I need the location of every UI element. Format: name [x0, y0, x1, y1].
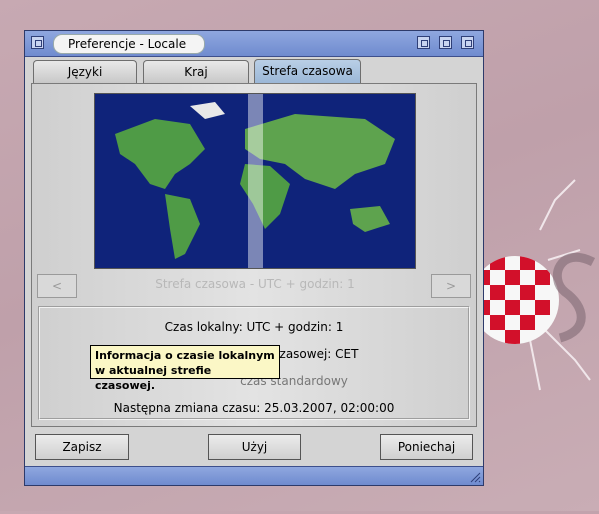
tooltip-line-1: Informacja o czasie lokalnym [95, 349, 275, 362]
tooltip: Informacja o czasie lokalnym w aktualnej… [90, 345, 280, 392]
save-button[interactable]: Zapisz [35, 434, 129, 460]
next-change-text: Następna zmiana czasu: 25.03.2007, 02:00… [113, 401, 395, 415]
window-title: Preferencje - Locale [53, 34, 205, 54]
window-bottom-bar [25, 466, 483, 485]
title-bar[interactable]: Preferencje - Locale [25, 31, 483, 57]
tab-timezone[interactable]: Strefa czasowa [254, 59, 361, 84]
prev-timezone-button[interactable]: < [37, 274, 77, 298]
iconify-icon[interactable] [417, 36, 430, 49]
world-map[interactable] [94, 93, 416, 269]
tooltip-line-2: w aktualnej strefie czasowej. [95, 364, 212, 392]
tab-languages[interactable]: Języki [33, 60, 137, 83]
use-button[interactable]: Użyj [208, 434, 301, 460]
close-icon[interactable] [31, 36, 44, 49]
next-timezone-button[interactable]: > [431, 274, 471, 298]
tab-country[interactable]: Kraj [143, 60, 249, 83]
local-time-text: Czas lokalny: UTC + godzin: 1 [164, 320, 344, 334]
zoom-icon[interactable] [439, 36, 452, 49]
preferences-window: Preferencje - Locale Języki Kraj Strefa … [24, 30, 484, 486]
resize-grip-icon[interactable] [469, 471, 481, 483]
timezone-caption: Strefa czasowa - UTC + godzin: 1 [155, 277, 355, 291]
depth-icon[interactable] [461, 36, 474, 49]
cancel-button[interactable]: Poniechaj [380, 434, 473, 460]
